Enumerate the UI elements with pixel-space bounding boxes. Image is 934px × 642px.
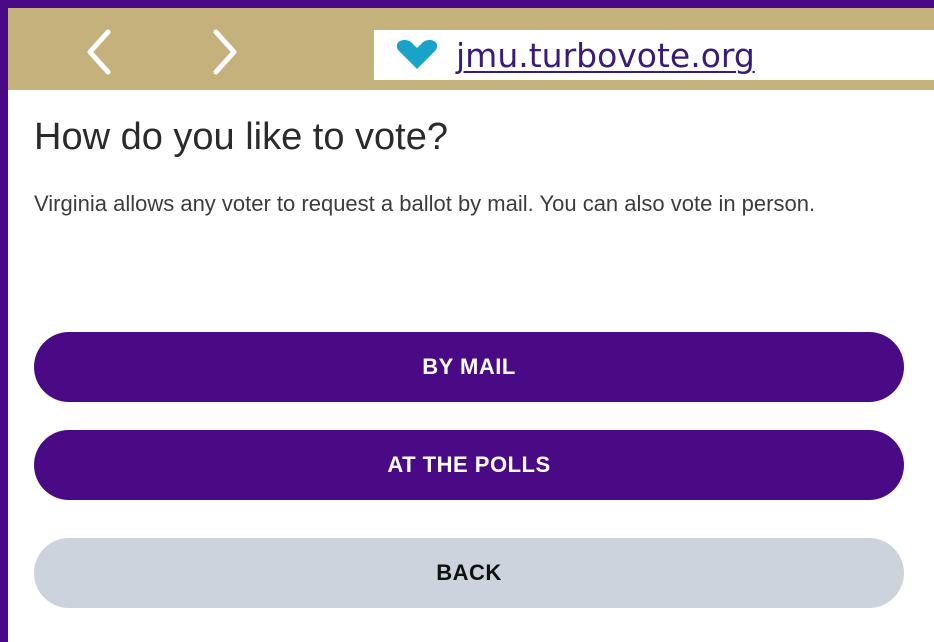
back-button[interactable]: BACK	[34, 538, 904, 608]
at-the-polls-button[interactable]: AT THE POLLS	[34, 430, 904, 500]
browser-window: jmu.turbovote.org How do you like to vot…	[8, 8, 934, 642]
address-bar[interactable]: jmu.turbovote.org	[374, 30, 934, 80]
forward-nav-button[interactable]	[198, 26, 250, 78]
by-mail-button[interactable]: BY MAIL	[34, 332, 904, 402]
page-title: How do you like to vote?	[34, 116, 449, 158]
chevron-right-icon	[213, 29, 237, 75]
back-nav-button[interactable]	[74, 26, 126, 78]
url-link[interactable]: jmu.turbovote.org	[456, 36, 755, 75]
page-description: Virginia allows any voter to request a b…	[34, 191, 816, 216]
main-content: How do you like to vote? Virginia allows…	[34, 90, 904, 225]
chevron-left-icon	[87, 29, 111, 75]
heart-icon	[396, 40, 438, 69]
browser-toolbar: jmu.turbovote.org	[8, 8, 934, 90]
